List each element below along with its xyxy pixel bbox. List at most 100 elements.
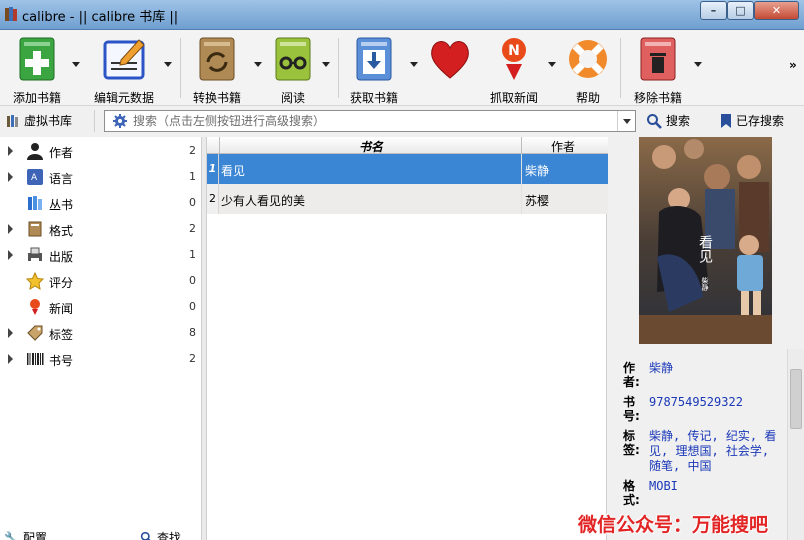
toolbar-separator xyxy=(620,38,621,98)
tag-count: 1 xyxy=(189,170,196,183)
column-separator xyxy=(521,184,522,214)
search-input[interactable] xyxy=(133,113,603,129)
book-list: 书名 作者 1 看见 柴静 2 少有人看见的美 苏樱 xyxy=(206,137,608,540)
tag-count: 0 xyxy=(189,196,196,209)
tag-browser-item-news[interactable]: 新闻 0 xyxy=(0,294,202,320)
read-dropdown[interactable] xyxy=(320,34,332,104)
barcode-icon xyxy=(27,353,44,365)
detail-tags-links[interactable]: 柴静, 传记, 纪实, 看见, 理想国, 社会学, 随笔, 中国 xyxy=(649,429,781,474)
book-title-cell[interactable]: 少有人看见的美 xyxy=(221,192,305,209)
tag-browser-label: 评分 xyxy=(49,276,74,290)
search-bar-row: 虚拟书库 搜索 已存搜索 xyxy=(0,106,804,136)
tag-browser-item-series[interactable]: 丛书 0 xyxy=(0,190,202,216)
toolbar-separator xyxy=(180,38,181,98)
remove-book-icon xyxy=(640,37,676,81)
book-author-cell[interactable]: 苏樱 xyxy=(525,192,549,209)
bookmark-icon xyxy=(721,113,731,128)
header-separator xyxy=(521,137,522,153)
table-row[interactable]: 1 看见 柴静 xyxy=(207,154,608,184)
cover-title-text: 看见 xyxy=(697,235,713,264)
edit-metadata-dropdown[interactable] xyxy=(162,34,174,104)
search-icon xyxy=(140,531,151,540)
add-books-label: 添加书籍 xyxy=(12,91,61,105)
tag-browser-item-formats[interactable]: 格式 2 xyxy=(0,216,202,242)
tag-browser-item-rating[interactable]: 评分 0 xyxy=(0,268,202,294)
expand-arrow-icon[interactable] xyxy=(8,354,13,364)
tag-browser-item-languages[interactable]: A 语言 1 xyxy=(0,164,202,190)
detail-formats-link[interactable]: MOBI xyxy=(649,479,781,494)
scrollbar-thumb[interactable] xyxy=(790,369,802,429)
search-button[interactable]: 搜索 xyxy=(646,112,690,129)
add-books-dropdown[interactable] xyxy=(70,34,82,104)
minimize-button[interactable]: – xyxy=(700,1,727,20)
tag-browser-item-authors[interactable]: 作者 2 xyxy=(0,138,202,164)
search-box[interactable] xyxy=(104,110,636,132)
book-list-header: 书名 作者 xyxy=(207,137,608,154)
configure-icon: 🔧 xyxy=(4,530,19,540)
fetch-news-button[interactable]: N 抓取新闻 xyxy=(484,34,544,105)
help-button[interactable]: 帮助 xyxy=(562,34,614,105)
detail-author-link[interactable]: 柴静 xyxy=(649,361,781,376)
read-label: 阅读 xyxy=(280,91,305,105)
column-header-title[interactable]: 书名 xyxy=(359,138,383,155)
toolbar-separator xyxy=(338,38,339,98)
tag-browser-label: 新闻 xyxy=(49,302,74,316)
fetch-news-dropdown[interactable] xyxy=(546,34,558,104)
column-header-author[interactable]: 作者 xyxy=(551,138,575,155)
publisher-icon xyxy=(28,247,42,262)
find-label: 查找 xyxy=(157,531,182,540)
watermark: 微信公众号：万能搜吧 xyxy=(578,514,769,536)
book-title-cell[interactable]: 看见 xyxy=(221,162,245,179)
expand-arrow-icon[interactable] xyxy=(8,146,13,156)
language-icon: A xyxy=(27,169,43,185)
tag-browser-label: 书号 xyxy=(49,354,74,368)
maximize-button[interactable]: □ xyxy=(727,1,754,20)
search-icon xyxy=(647,113,662,129)
tag-count: 0 xyxy=(189,300,196,313)
get-books-icon xyxy=(356,37,392,81)
search-history-dropdown[interactable] xyxy=(617,111,635,131)
donate-button[interactable] xyxy=(424,34,476,104)
virtual-library-button[interactable]: 虚拟书库 xyxy=(6,112,72,129)
book-cover[interactable]: 看见 柴静 xyxy=(639,137,772,344)
configure-button[interactable]: 🔧 配置 xyxy=(4,529,47,540)
heart-icon xyxy=(431,41,469,79)
table-row[interactable]: 2 少有人看见的美 苏樱 xyxy=(207,184,608,214)
details-scrollbar[interactable] xyxy=(787,349,804,540)
read-button[interactable]: 阅读 xyxy=(268,34,318,105)
close-button[interactable]: ✕ xyxy=(754,1,799,20)
get-books-dropdown[interactable] xyxy=(408,34,420,104)
tag-count: 2 xyxy=(189,144,196,157)
tag-browser-label: 标签 xyxy=(49,328,74,342)
advanced-search-gear-icon[interactable] xyxy=(113,114,127,128)
detail-isbn-link[interactable]: 9787549529322 xyxy=(649,395,781,410)
calibre-app-icon[interactable] xyxy=(4,6,18,22)
remove-books-label: 移除书籍 xyxy=(633,91,682,105)
convert-books-button[interactable]: 转换书籍 xyxy=(188,34,246,105)
tag-browser-label: 作者 xyxy=(49,146,74,160)
remove-books-button[interactable]: 移除书籍 xyxy=(628,34,688,105)
find-button[interactable]: 查找 xyxy=(140,529,181,540)
tag-browser-item-identifiers[interactable]: 书号 2 xyxy=(0,346,202,372)
saved-searches-button[interactable]: 已存搜索 xyxy=(720,112,784,129)
toolbar-overflow-button[interactable]: » xyxy=(789,58,797,72)
svg-text:N: N xyxy=(508,43,520,59)
tag-browser-item-tags[interactable]: 标签 8 xyxy=(0,320,202,346)
title-bar: calibre - || calibre 书库 || – □ ✕ xyxy=(0,0,804,30)
edit-metadata-button[interactable]: 编辑元数据 xyxy=(88,34,160,105)
get-books-button[interactable]: 获取书籍 xyxy=(344,34,404,105)
add-books-button[interactable]: 添加书籍 xyxy=(6,34,68,105)
detail-isbn-label: 书号: xyxy=(623,395,640,423)
expand-arrow-icon[interactable] xyxy=(8,250,13,260)
expand-arrow-icon[interactable] xyxy=(8,328,13,338)
tag-count: 0 xyxy=(189,274,196,287)
expand-arrow-icon[interactable] xyxy=(8,224,13,234)
expand-arrow-icon[interactable] xyxy=(8,172,13,182)
search-button-label: 搜索 xyxy=(666,114,691,128)
convert-books-dropdown[interactable] xyxy=(252,34,264,104)
remove-books-dropdown[interactable] xyxy=(692,34,704,104)
read-glasses-icon xyxy=(275,37,311,81)
tag-browser-item-publisher[interactable]: 出版 1 xyxy=(0,242,202,268)
cover-author-text: 柴静 xyxy=(701,276,709,291)
book-author-cell[interactable]: 柴静 xyxy=(525,162,549,179)
